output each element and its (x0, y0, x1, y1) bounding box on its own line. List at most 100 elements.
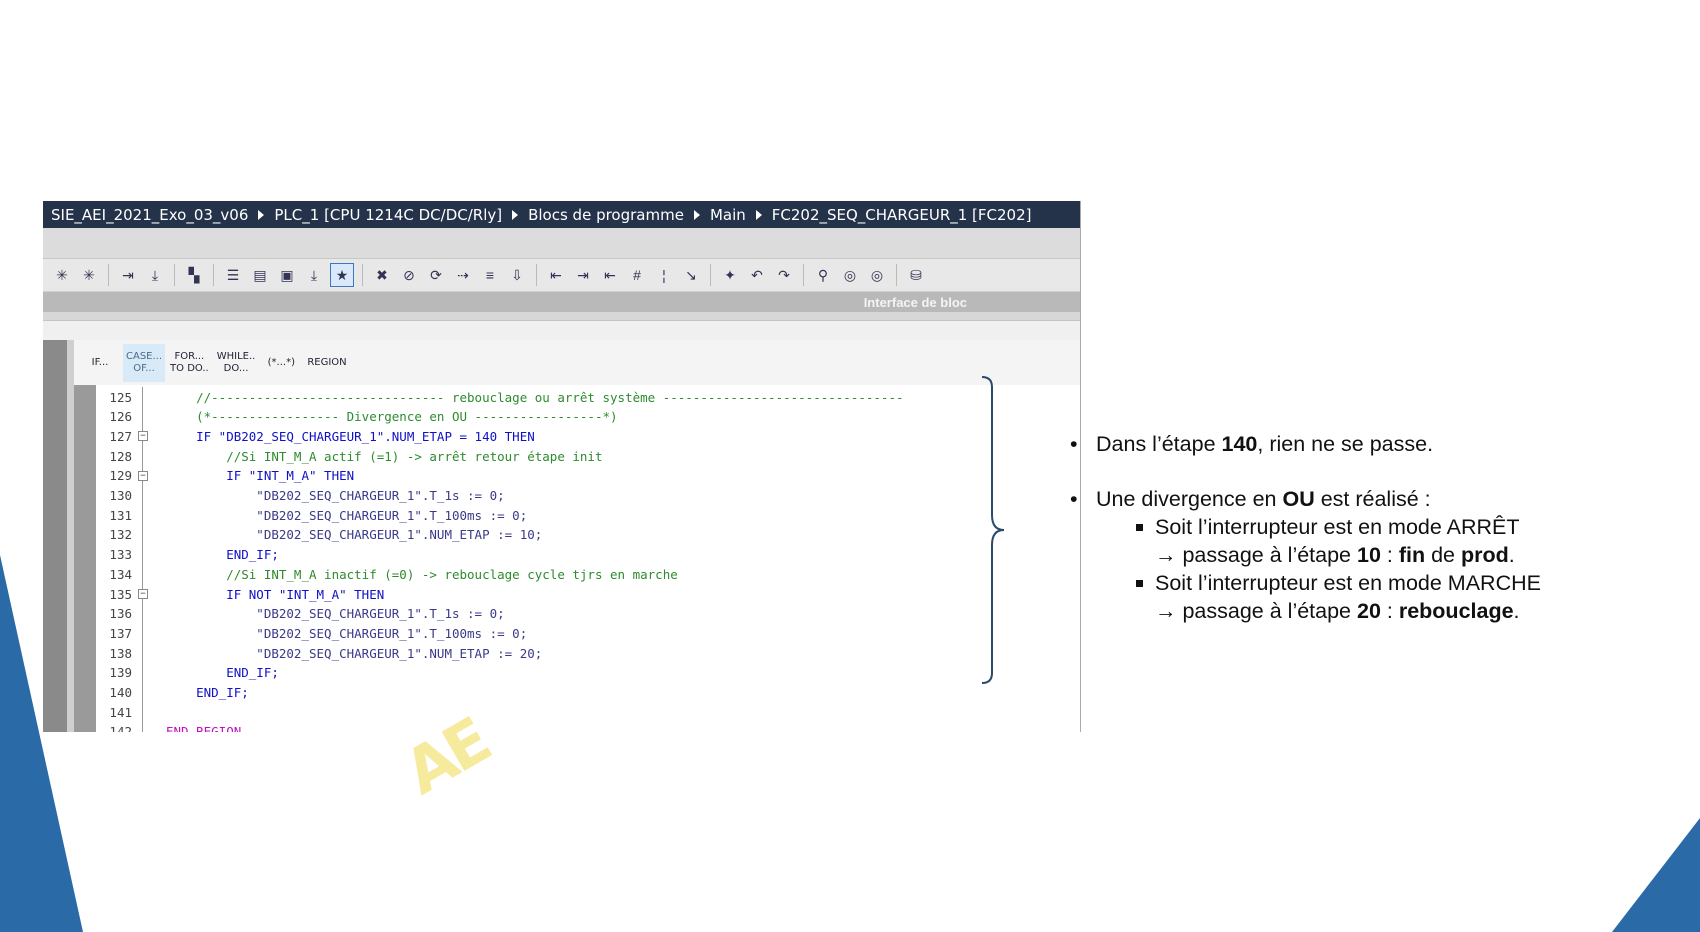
scl-editor: IF... CASE... OF... FOR... TO DO.. WHILE… (43, 340, 1080, 732)
code-line[interactable]: 141 (96, 702, 166, 723)
monitor-glasses-icon[interactable]: ⚲ (812, 264, 834, 286)
code-line[interactable]: 132 "DB202_SEQ_CHARGEUR_1".NUM_ETAP := 1… (96, 524, 542, 545)
splitter-bar[interactable] (43, 312, 1080, 321)
code-line[interactable]: 140 END_IF; (96, 682, 249, 703)
fold-toggle-icon[interactable]: − (138, 465, 152, 486)
step-icon[interactable]: ⇢ (452, 264, 474, 286)
comment-icon[interactable]: ¦ (653, 264, 675, 286)
code-line[interactable]: 142 END_REGION (96, 721, 241, 732)
code-line[interactable]: 139 END_IF; (96, 662, 279, 683)
line-number: 140 (109, 685, 132, 700)
fold-guide (138, 702, 152, 723)
code-line[interactable]: 130 "DB202_SEQ_CHARGEUR_1".T_1s := 0; (96, 485, 505, 506)
breadcrumb-separator-icon (755, 209, 762, 220)
lines-icon[interactable]: ≡ (479, 264, 501, 286)
line-number: 129 (109, 468, 132, 484)
sub-bullet-arret: Soit l’interrupteur est en mode ARRÊT (1070, 513, 1690, 541)
code-line[interactable]: 131 "DB202_SEQ_CHARGEUR_1".T_100ms := 0; (96, 505, 527, 526)
compare-icon[interactable]: ⇩ (506, 264, 528, 286)
favorites-icon[interactable]: ★ (330, 263, 354, 287)
code-text: //Si INT_M_A actif (=1) -> arrêt retour … (166, 448, 603, 464)
run-icon[interactable]: ⟳ (425, 264, 447, 286)
uncomment-icon[interactable]: ↘ (680, 264, 702, 286)
block-interface-label: Interface de bloc (863, 294, 967, 310)
force-icon[interactable]: ◎ (866, 264, 888, 286)
list-icon[interactable]: ☰ (222, 264, 244, 286)
download-icon[interactable]: ⤓ (144, 264, 166, 286)
line-number: 139 (109, 665, 132, 681)
indent-right-icon[interactable]: ⇥ (572, 264, 594, 286)
code-text: "DB202_SEQ_CHARGEUR_1".NUM_ETAP := 20; (166, 645, 543, 661)
code-area[interactable]: 125 //------------------------------- re… (74, 385, 1080, 732)
bookmark-icon[interactable]: ▚ (183, 264, 205, 286)
sub-bullet-arret-continuation: → passage à l’étape 10 : fin de prod. (1070, 541, 1690, 569)
text-bold: rebouclage (1398, 599, 1514, 623)
line-number: 135 (109, 586, 132, 602)
sub-bullet-marche-continuation: → passage à l’étape 20 : rebouclage. (1070, 597, 1690, 625)
highlight-icon[interactable]: ✦ (719, 264, 741, 286)
code-line[interactable]: 128 //Si INT_M_A actif (=1) -> arrêt ret… (96, 446, 603, 467)
fold-guide (138, 643, 152, 664)
indent-left-icon[interactable]: ⇤ (545, 264, 567, 286)
code-text: "DB202_SEQ_CHARGEUR_1".T_1s := 0; (166, 488, 505, 503)
undo-icon[interactable]: ↶ (746, 264, 768, 286)
code-text: //Si INT_M_A inactif (=0) -> rebouclage … (166, 566, 678, 582)
line-number: 126 (109, 409, 132, 425)
snippet-comment[interactable]: (*...*) (260, 344, 302, 382)
table-icon[interactable]: ▤ (249, 264, 271, 286)
code-line[interactable]: 127− IF "DB202_SEQ_CHARGEUR_1".NUM_ETAP … (96, 426, 535, 447)
breadcrumb-block[interactable]: FC202_SEQ_CHARGEUR_1 [FC202] (772, 206, 1032, 224)
code-line[interactable]: 134 //Si INT_M_A inactif (=0) -> reboucl… (96, 564, 678, 585)
code-line[interactable]: 133 END_IF; (96, 544, 279, 565)
code-text: (*----------------- Divergence en OU ---… (166, 409, 618, 425)
breakpoint-icon[interactable]: ✖ (371, 264, 393, 286)
code-line[interactable]: 138 "DB202_SEQ_CHARGEUR_1".NUM_ETAP := 2… (96, 643, 543, 664)
text-bold: 140 (1221, 432, 1258, 456)
snippet-if[interactable]: IF... (79, 344, 121, 382)
code-text: "DB202_SEQ_CHARGEUR_1".T_100ms := 0; (166, 625, 528, 641)
text: Une divergence en (1096, 487, 1283, 511)
remove-breakpoint-icon[interactable]: ⊘ (398, 264, 420, 286)
code-line[interactable]: 126 (*----------------- Divergence en OU… (96, 406, 618, 427)
breadcrumb-main[interactable]: Main (710, 206, 746, 224)
toolbar-divider (174, 264, 175, 286)
snippet-region[interactable]: REGION (304, 344, 349, 382)
breadcrumb-separator-icon (258, 209, 265, 220)
snippet-for[interactable]: FOR... TO DO.. (167, 344, 212, 382)
redo-icon[interactable]: ↷ (773, 264, 795, 286)
code-line[interactable]: 125 //------------------------------- re… (96, 387, 904, 407)
code-line[interactable]: 137 "DB202_SEQ_CHARGEUR_1".T_100ms := 0; (96, 623, 528, 644)
breadcrumb-plc[interactable]: PLC_1 [CPU 1214C DC/DC/Rly] (274, 206, 502, 224)
database-icon[interactable]: ⛁ (905, 264, 927, 286)
block-interface-bar[interactable]: Interface de bloc (43, 292, 1080, 312)
fold-guide (138, 406, 152, 427)
code-text: END_IF; (166, 665, 279, 681)
fold-guide (138, 564, 152, 585)
watch-icon[interactable]: ◎ (839, 264, 861, 286)
line-number: 138 (109, 645, 132, 661)
insert-network-icon[interactable]: ✳ (51, 264, 73, 286)
snippet-case[interactable]: CASE... OF... (123, 343, 166, 382)
tia-portal-screenshot: SIE_AEI_2021_Exo_03_v06 PLC_1 [CPU 1214C… (43, 201, 1081, 732)
outdent-icon[interactable]: ⇤ (599, 264, 621, 286)
code-margin (74, 385, 96, 732)
fold-toggle-icon[interactable]: − (138, 426, 152, 447)
snippet-while[interactable]: WHILE.. DO... (214, 344, 259, 382)
fold-toggle-icon[interactable]: − (138, 584, 152, 604)
delete-network-icon[interactable]: ✳ (78, 264, 100, 286)
breadcrumb-program-blocks[interactable]: Blocs de programme (528, 206, 684, 224)
down-arrow-icon[interactable]: ⤓ (303, 264, 325, 286)
breadcrumb-project[interactable]: SIE_AEI_2021_Exo_03_v06 (51, 206, 248, 224)
goto-icon[interactable]: ⇥ (117, 264, 139, 286)
code-line[interactable]: 135− IF NOT "INT_M_A" THEN (96, 584, 384, 604)
code-line[interactable]: 136 "DB202_SEQ_CHARGEUR_1".T_1s := 0; (96, 603, 505, 624)
monitor-icon[interactable]: ▣ (276, 264, 298, 286)
editor-toolbar: ✳ ✳ ⇥ ⤓ ▚ ☰ ▤ ▣ ⤓ ★ ✖ ⊘ ⟳ ⇢ ≡ ⇩ ⇤ ⇥ ⇤ # … (43, 259, 1080, 292)
toolbar-divider (710, 264, 711, 286)
text-bold: 20 (1357, 599, 1381, 623)
format-icon[interactable]: # (626, 264, 648, 286)
text: , rien ne se passe. (1257, 432, 1434, 456)
text: est réalisé : (1314, 487, 1431, 511)
line-number: 125 (109, 389, 132, 405)
code-line[interactable]: 129− IF "INT_M_A" THEN (96, 465, 354, 486)
